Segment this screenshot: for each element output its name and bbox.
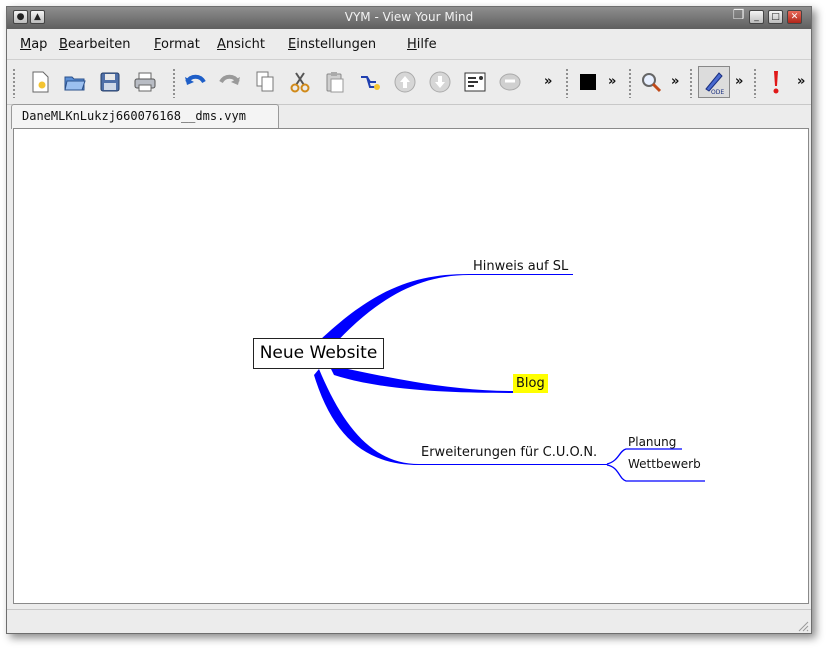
cube-icon[interactable]: ❒ [731,9,746,24]
menu-bearbeiten-label: earbeiten [67,37,131,52]
color-square-icon[interactable] [576,70,600,94]
menu-hilfe-label: ilfe [416,37,437,52]
root-node[interactable]: Neue Website [253,338,384,369]
branch-node-erweiterungen[interactable]: Erweiterungen für C.U.O.N. [421,445,597,460]
new-file-icon[interactable] [28,70,52,94]
menu-map[interactable]: Map [20,37,47,52]
sort-icon[interactable] [463,70,487,94]
branch-link-hinweis [319,274,573,347]
minimize-button[interactable]: _ [749,10,764,24]
toolbar-grip[interactable] [12,68,16,98]
tab-bar: DaneMLKnLukzj660076168__dms.vym [7,103,811,129]
menu-map-mnemonic: M [20,37,32,52]
move-down-icon[interactable] [428,70,452,94]
menu-ansicht-label: nsicht [225,37,266,52]
toolbar-overflow-chevron[interactable]: » [735,74,743,89]
menu-bearbeiten-mnemonic: B [59,37,68,52]
cut-icon[interactable] [288,70,312,94]
close-button[interactable]: ✕ [787,10,802,24]
menu-format-label: ormat [161,37,200,52]
mindmap-canvas[interactable]: Neue Website Hinweis auf SL Blog Erweite… [13,128,809,604]
window-title: VYM - View Your Mind [344,10,474,24]
toolbar-overflow-chevron[interactable]: » [544,74,552,89]
branch-node-hinweis[interactable]: Hinweis auf SL [473,259,568,274]
add-branch-icon[interactable] [358,70,382,94]
menu-bar: Map Bearbeiten Format Ansicht Einstellun… [7,29,811,59]
undo-icon[interactable] [183,70,207,94]
redo-icon[interactable] [218,70,242,94]
toolbar-grip[interactable] [628,68,632,98]
open-folder-icon[interactable] [63,70,87,94]
menu-bearbeiten[interactable]: Bearbeiten [59,37,130,52]
title-bar[interactable]: ● ▲ VYM - View Your Mind ❒ _ □ ✕ [7,7,811,29]
menu-hilfe[interactable]: Hilfe [407,37,437,52]
menu-ansicht[interactable]: Ansicht [217,37,265,52]
save-icon[interactable] [98,70,122,94]
paste-icon[interactable] [323,70,347,94]
find-icon[interactable] [639,70,663,94]
menu-einstellungen-label: instellungen [296,37,377,52]
menu-map-label: ap [31,37,48,52]
toolbar: » » » ODE » » [7,59,811,105]
subbranch-node-wettbewerb[interactable]: Wettbewerb [628,457,701,471]
menu-hilfe-mnemonic: H [407,37,417,52]
maximize-button[interactable]: □ [768,10,783,24]
toolbar-overflow-chevron[interactable]: » [797,74,805,89]
resize-grip-icon[interactable] [797,620,809,632]
print-icon[interactable] [133,70,157,94]
move-up-icon[interactable] [393,70,417,94]
status-bar [7,609,811,634]
branch-node-blog[interactable]: Blog [513,374,548,393]
svg-text:ODE: ODE [711,89,724,95]
format-painter-icon[interactable]: ODE [698,66,730,98]
mindmap-links [314,274,705,482]
important-flag-icon[interactable] [764,70,788,94]
menu-format[interactable]: Format [154,37,200,52]
toolbar-grip[interactable] [172,68,176,98]
menu-ansicht-mnemonic: A [217,37,226,52]
menu-format-mnemonic: F [154,37,162,52]
menu-einstellungen-mnemonic: E [288,37,297,52]
tab-map-file[interactable]: DaneMLKnLukzj660076168__dms.vym [11,104,279,129]
toolbar-grip[interactable] [753,68,757,98]
menu-einstellungen[interactable]: Einstellungen [288,37,376,52]
branch-link-blog [329,365,513,393]
copy-icon[interactable] [253,70,277,94]
subbranch-node-planung[interactable]: Planung [628,435,676,449]
toolbar-grip[interactable] [689,68,693,98]
toolbar-overflow-chevron[interactable]: » [671,74,679,89]
toggle-scroll-icon[interactable] [498,70,522,94]
app-window: ● ▲ VYM - View Your Mind ❒ _ □ ✕ Map Bea… [6,6,812,634]
toolbar-grip[interactable] [565,68,569,98]
toolbar-overflow-chevron[interactable]: » [608,74,616,89]
